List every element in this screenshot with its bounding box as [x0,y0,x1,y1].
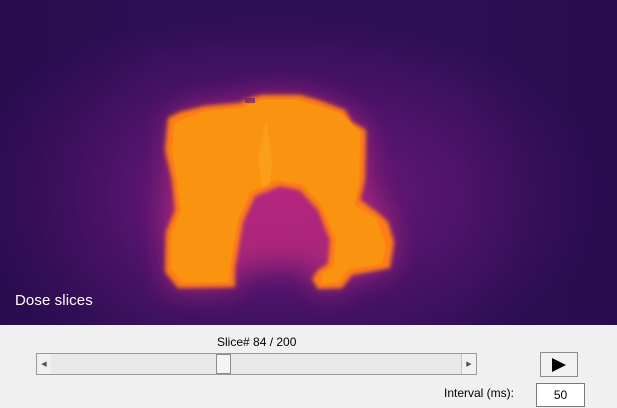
slider-track[interactable] [51,354,462,374]
play-icon [552,357,566,372]
play-button[interactable] [540,352,578,377]
slice-counter-label: Slice# 84 / 200 [217,335,297,349]
dose-slice-viewer: Dose slices [0,0,617,325]
slider-left-arrow-icon[interactable]: ◀ [37,354,52,374]
dose-heatmap-image [0,0,617,325]
slider-right-arrow-icon[interactable]: ▶ [461,354,476,374]
interval-label: Interval (ms): [444,386,515,400]
viewer-title: Dose slices [15,292,93,309]
playback-controls: Slice# 84 / 200 ◀ ▶ Interval (ms): [0,325,617,408]
slider-thumb[interactable] [216,354,231,374]
slice-slider[interactable]: ◀ ▶ [36,353,477,375]
interval-input[interactable] [536,383,585,407]
